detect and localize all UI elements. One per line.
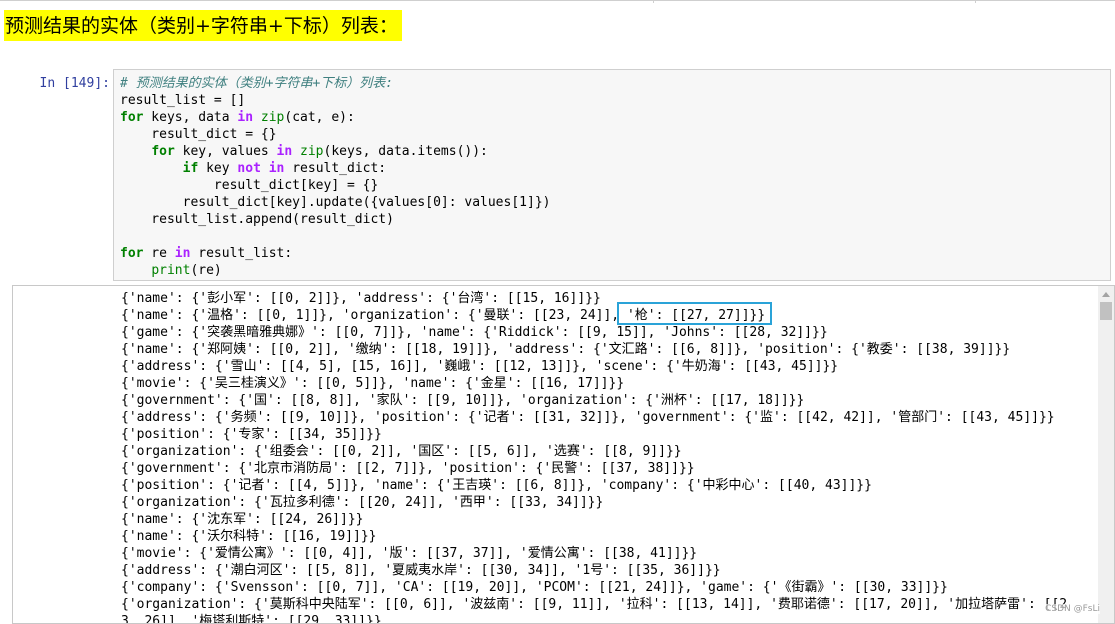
output-line: {'position': {'记者': [[4, 5]]}, 'name': {…	[121, 478, 872, 493]
code-line: result_list = []	[120, 93, 246, 108]
input-prompt: In [149]:	[39, 76, 110, 91]
divider-tick	[653, 0, 654, 3]
output-line: {'position': {'专家': [[34, 35]]}}	[121, 427, 382, 442]
output-text: {'name': {'彭小军': [[0, 2]]}, 'address': {…	[121, 290, 1098, 624]
code-comment: # 预测结果的实体（类别+字符串+下标）列表:	[120, 76, 394, 91]
code-line: result_dict[key].update({values[0]: valu…	[120, 195, 551, 210]
output-line: {'government': {'国': [[8, 8]], '家队': [[9…	[121, 393, 805, 408]
code-cell-editor[interactable]: # 预测结果的实体（类别+字符串+下标）列表: result_list = []…	[113, 69, 1111, 281]
keyword-if: if	[182, 161, 199, 176]
output-line: {'company': {'Svensson': [[0, 7]], 'CA':…	[121, 580, 948, 595]
output-line: 3, 26]], '梅塔利斯特': [[29, 33]]}}	[121, 614, 382, 624]
output-line: {'address': {'雪山': [[4, 5], [15, 16]], '…	[121, 359, 839, 374]
code-fragment: key, values	[174, 144, 277, 159]
output-line: {'name': {'彭小军': [[0, 2]]}, 'address': {…	[121, 291, 601, 306]
code-fragment: (cat, e):	[284, 110, 355, 125]
code-fragment: re	[143, 246, 175, 261]
code-line: result_dict[key] = {}	[120, 178, 379, 193]
scroll-up-arrow-icon[interactable]	[1102, 292, 1110, 297]
markdown-heading: 预测结果的实体（类别+字符串+下标）列表：	[4, 10, 402, 41]
keyword-for: for	[120, 246, 144, 261]
output-line: {'name': {'郑阿姨': [[0, 2]], '缴纳': [[18, 1…	[121, 342, 1011, 357]
output-line: {'organization': {'莫斯科中央陆军': [[0, 6]], '…	[121, 597, 1068, 612]
output-line: {'organization': {'瓦拉多利德': [[20, 24]], '…	[121, 495, 604, 510]
code-fragment: result_list:	[190, 246, 293, 261]
output-area[interactable]: {'name': {'彭小军': [[0, 2]]}, 'address': {…	[12, 285, 1115, 624]
output-scrollbar[interactable]	[1098, 286, 1114, 623]
code-text: # 预测结果的实体（类别+字符串+下标）列表: result_list = []…	[120, 75, 1104, 279]
divider-tick	[975, 0, 976, 3]
code-fragment: (keys, data.items()):	[323, 144, 488, 159]
output-line: {'movie': {'爱情公寓》': [[0, 4]], '版': [[37,…	[121, 546, 698, 561]
keyword-not: not	[237, 161, 261, 176]
output-line: {'address': {'潮白河区': [[5, 8]], '夏威夷水岸': …	[121, 563, 721, 578]
output-line: {'name': {'沃尔科特': [[16, 19]]}}	[121, 529, 377, 544]
scroll-thumb[interactable]	[1100, 302, 1112, 320]
output-line: {'name': {'沈东军': [[24, 26]]}}	[121, 512, 364, 527]
code-line: result_dict = {}	[120, 127, 277, 142]
keyword-in: in	[174, 246, 191, 261]
output-line: {'movie': {'吴三桂演义》': [[0, 5]]}, 'name': …	[121, 376, 625, 391]
keyword-for: for	[120, 110, 144, 125]
code-fragment: keys, data	[143, 110, 238, 125]
builtin-print: print	[151, 263, 191, 278]
output-content: {'name': {'彭小军': [[0, 2]]}, 'address': {…	[121, 290, 1098, 624]
keyword-in: in	[276, 144, 293, 159]
page-top-divider	[0, 0, 1115, 3]
keyword-for: for	[151, 144, 175, 159]
keyword-in: in	[268, 161, 285, 176]
code-fragment: (re)	[190, 263, 222, 278]
builtin-zip: zip	[300, 144, 324, 159]
output-line: {'name': {'温格': [[0, 1]]}, 'organization…	[121, 308, 766, 323]
code-fragment: key	[198, 161, 238, 176]
output-line: {'game': {'突袭黑暗雅典娜》': [[0, 7]]}, 'name':…	[121, 325, 828, 340]
watermark: CSDN @FsLi	[1045, 604, 1100, 614]
code-fragment: result_dict:	[284, 161, 387, 176]
code-line: result_list.append(result_dict)	[120, 212, 394, 227]
keyword-in: in	[237, 110, 254, 125]
output-line: {'government': {'北京市消防局': [[2, 7]]}, 'po…	[121, 461, 695, 476]
output-line: {'address': {'务频': [[9, 10]]}, 'position…	[121, 410, 1055, 425]
builtin-zip: zip	[260, 110, 285, 125]
divider-line	[0, 0, 1115, 1]
output-line: {'organization': {'组委会': [[0, 2]], '国区':…	[121, 444, 682, 459]
